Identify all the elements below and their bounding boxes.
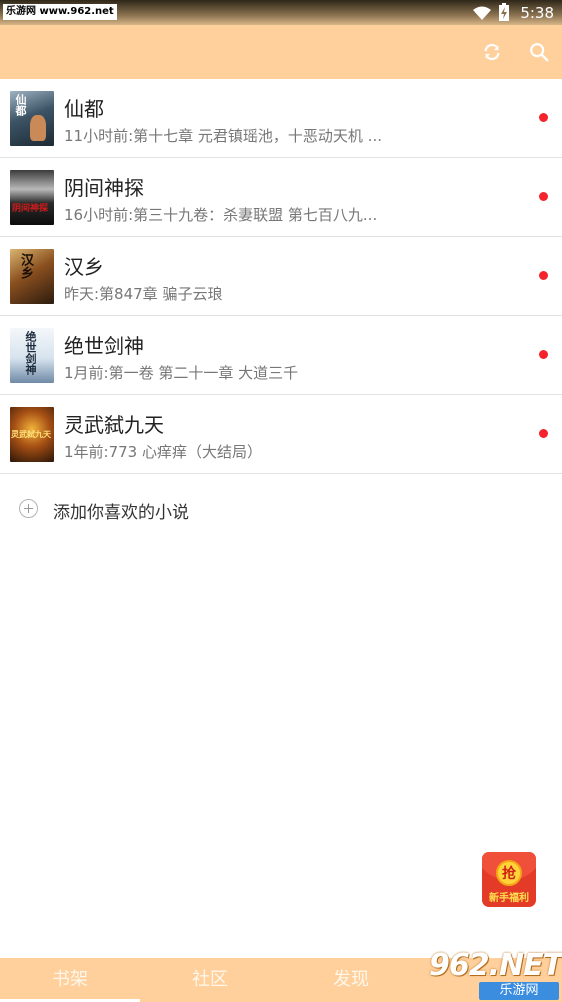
- book-title: 仙都: [64, 97, 104, 121]
- status-icons: 5:38: [472, 0, 554, 25]
- unread-dot: [539, 429, 548, 438]
- add-novel-button[interactable]: 添加你喜欢的小说: [0, 488, 562, 530]
- book-title: 灵武弑九天: [64, 413, 164, 437]
- book-latest-chapter: 11小时前:第十七章 元君镇瑶池，十恶动天机 ...: [64, 127, 382, 145]
- tab-community[interactable]: 社区: [140, 958, 280, 1002]
- watermark-brand: 962.NET: [429, 948, 562, 983]
- bookshelf-list: 仙都 仙都 11小时前:第十七章 元君镇瑶池，十恶动天机 ... 阴间神探 阴间…: [0, 79, 562, 474]
- site-watermark: 乐游网 www.962.net: [3, 4, 117, 20]
- tab-bookshelf[interactable]: 书架: [0, 958, 140, 1002]
- unread-dot: [539, 271, 548, 280]
- book-item[interactable]: 灵武弑九天 灵武弑九天 1年前:773 心痒痒（大结局）: [0, 395, 562, 474]
- book-latest-chapter: 1年前:773 心痒痒（大结局）: [64, 443, 262, 461]
- refresh-icon: [484, 43, 500, 61]
- add-circle-icon: [19, 499, 38, 518]
- app-bar: [0, 25, 562, 79]
- search-icon: [530, 43, 549, 62]
- refresh-button[interactable]: [474, 34, 510, 70]
- book-title: 绝世剑神: [64, 334, 144, 358]
- book-latest-chapter: 1月前:第一卷 第二十一章 大道三千: [64, 364, 299, 382]
- cover-text: 灵武弑九天: [11, 429, 51, 439]
- cover-text: 阴间神探: [12, 204, 49, 214]
- cover-text: 绝世剑神: [24, 331, 37, 375]
- book-cover: 仙都: [10, 91, 54, 146]
- book-title: 汉乡: [64, 255, 104, 279]
- status-bar: 乐游网 www.962.net 5:38: [0, 0, 562, 25]
- book-cover: 汉乡: [10, 249, 54, 304]
- red-packet-label: 新手福利: [489, 893, 529, 904]
- battery-charging-icon: [499, 3, 510, 21]
- book-item[interactable]: 仙都 仙都 11小时前:第十七章 元君镇瑶池，十恶动天机 ...: [0, 79, 562, 158]
- cover-text: 汉乡: [18, 253, 33, 279]
- unread-dot: [539, 192, 548, 201]
- tab-discover[interactable]: 发现: [281, 958, 421, 1002]
- watermark-sub: 乐游网: [479, 982, 559, 1000]
- book-title: 阴间神探: [64, 176, 144, 200]
- unread-dot: [539, 113, 548, 122]
- site-watermark-logo: 962.NET 乐游网: [421, 948, 562, 1002]
- red-packet-button[interactable]: 抢 新手福利: [482, 852, 536, 907]
- book-cover: 绝世剑神: [10, 328, 54, 383]
- book-item[interactable]: 阴间神探 阴间神探 16小时前:第三十九卷：杀妻联盟 第七百八九...: [0, 158, 562, 237]
- book-latest-chapter: 16小时前:第三十九卷：杀妻联盟 第七百八九...: [64, 206, 378, 224]
- red-packet-coin-icon: 抢: [496, 860, 522, 886]
- book-cover: 灵武弑九天: [10, 407, 54, 462]
- clock: 5:38: [520, 3, 554, 22]
- wifi-icon: [473, 6, 492, 20]
- book-item[interactable]: 汉乡 汉乡 昨天:第847章 骗子云琅: [0, 237, 562, 316]
- cover-text: 仙都: [14, 94, 27, 116]
- unread-dot: [539, 350, 548, 359]
- add-novel-label: 添加你喜欢的小说: [53, 503, 189, 523]
- book-latest-chapter: 昨天:第847章 骗子云琅: [64, 285, 223, 303]
- book-item[interactable]: 绝世剑神 绝世剑神 1月前:第一卷 第二十一章 大道三千: [0, 316, 562, 395]
- search-button[interactable]: [521, 34, 557, 70]
- book-cover: 阴间神探: [10, 170, 54, 225]
